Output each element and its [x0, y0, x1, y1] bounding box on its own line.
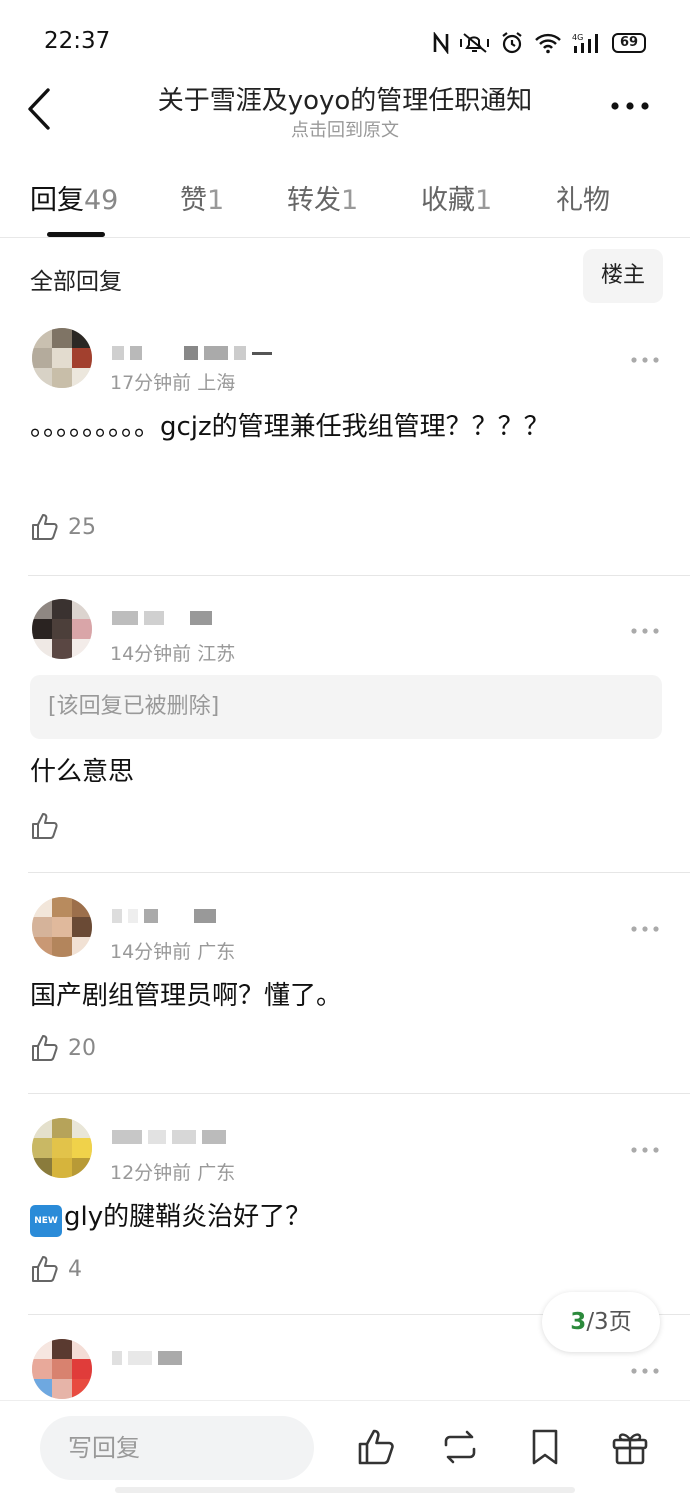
comment-divider: [28, 575, 690, 576]
back-to-original-link[interactable]: 点击回到原文: [0, 116, 690, 142]
comment-text: 国产剧组管理员啊？懂了。: [30, 981, 343, 1011]
mute-icon: [460, 33, 489, 53]
user-avatar[interactable]: [32, 328, 92, 388]
comment-meta: 14分钟前 广东: [110, 941, 236, 963]
like-count: 25: [68, 514, 96, 540]
comment-item: 14分钟前 江苏 [该回复已被删除] 什么意思: [0, 597, 690, 874]
all-replies-heading: 全部回复: [30, 269, 122, 295]
active-tab-indicator: [47, 232, 105, 237]
signal-icon: 4G: [572, 33, 598, 53]
wifi-icon: [535, 33, 561, 54]
tab-replies[interactable]: 回复49: [30, 178, 118, 217]
comment-divider: [28, 872, 690, 873]
home-indicator: [115, 1487, 575, 1493]
username-redacted[interactable]: [112, 1351, 182, 1365]
username-redacted[interactable]: [112, 611, 212, 625]
username-redacted[interactable]: [112, 909, 216, 923]
gift-icon[interactable]: [610, 1427, 650, 1467]
alarm-icon: [502, 32, 522, 54]
svg-text:4G: 4G: [572, 33, 583, 42]
status-time: 22:37: [44, 28, 111, 54]
comment-divider: [28, 1093, 690, 1094]
status-icons: 4G 69: [432, 30, 646, 56]
like-post-icon[interactable]: [356, 1427, 396, 1467]
username-redacted[interactable]: [112, 1130, 226, 1144]
reply-input[interactable]: 写回复: [40, 1416, 314, 1480]
user-avatar[interactable]: [32, 599, 92, 659]
comment-text: 。。。。。。。。。gcjz的管理兼任我组管理？？？？: [30, 412, 550, 442]
comment-meta: 17分钟前 上海: [110, 372, 236, 394]
user-avatar[interactable]: [32, 1118, 92, 1178]
tab-reposts[interactable]: 转发1: [287, 178, 358, 217]
user-avatar[interactable]: [32, 1339, 92, 1399]
tab-favorites[interactable]: 收藏1: [421, 178, 492, 217]
thumbs-up-icon: [32, 1035, 58, 1061]
interaction-tabs: 回复49 赞1 转发1 收藏1 礼物: [0, 160, 690, 238]
like-button[interactable]: [30, 811, 68, 841]
comment-more-icon[interactable]: [630, 925, 660, 933]
new-emoji-badge: NEW: [30, 1205, 62, 1237]
like-count: 20: [68, 1035, 96, 1061]
bookmark-icon[interactable]: [525, 1427, 565, 1467]
user-avatar[interactable]: [32, 897, 92, 957]
nfc-icon: [433, 32, 449, 54]
bottom-action-bar: 写回复: [0, 1400, 690, 1495]
more-options-icon[interactable]: [610, 100, 650, 112]
thumbs-up-icon: [32, 514, 58, 540]
post-title[interactable]: 关于雪涯及yoyo的管理任职通知: [0, 80, 690, 117]
battery-icon: 69: [612, 33, 646, 53]
like-button[interactable]: 25: [30, 512, 96, 542]
top-nav-bar: 关于雪涯及yoyo的管理任职通知 点击回到原文: [0, 80, 690, 150]
username-redacted[interactable]: [112, 346, 272, 360]
thumbs-up-icon: [32, 1256, 58, 1282]
page-indicator-button[interactable]: 3/3页: [542, 1292, 660, 1352]
repost-icon[interactable]: [440, 1427, 480, 1467]
comment-item: 12分钟前 广东 NEW gly的腱鞘炎治好了？ 4: [0, 1116, 690, 1316]
comment-meta: 12分钟前 广东: [110, 1162, 236, 1184]
comment-meta: 14分钟前 江苏: [110, 643, 236, 665]
quoted-deleted-reply: [该回复已被删除]: [30, 675, 662, 739]
op-only-filter-button[interactable]: 楼主: [583, 249, 663, 303]
thumbs-up-icon: [32, 813, 58, 839]
comment-more-icon[interactable]: [630, 356, 660, 364]
comment-text: NEW gly的腱鞘炎治好了？: [30, 1194, 610, 1240]
like-button[interactable]: 4: [30, 1254, 82, 1284]
comment-more-icon[interactable]: [630, 1367, 660, 1375]
like-count: 4: [68, 1256, 82, 1282]
comment-more-icon[interactable]: [630, 627, 660, 635]
comment-item: 14分钟前 广东 国产剧组管理员啊？懂了。 20: [0, 895, 690, 1095]
comment-more-icon[interactable]: [630, 1146, 660, 1154]
comment-text: 什么意思: [30, 757, 135, 787]
tab-gifts[interactable]: 礼物: [556, 178, 610, 217]
status-bar: 22:37 4G 69: [0, 0, 690, 80]
like-button[interactable]: 20: [30, 1033, 96, 1063]
tab-likes[interactable]: 赞1: [180, 178, 224, 217]
comment-item: 17分钟前 上海 。。。。。。。。。gcjz的管理兼任我组管理？？？？ 25: [0, 326, 690, 576]
